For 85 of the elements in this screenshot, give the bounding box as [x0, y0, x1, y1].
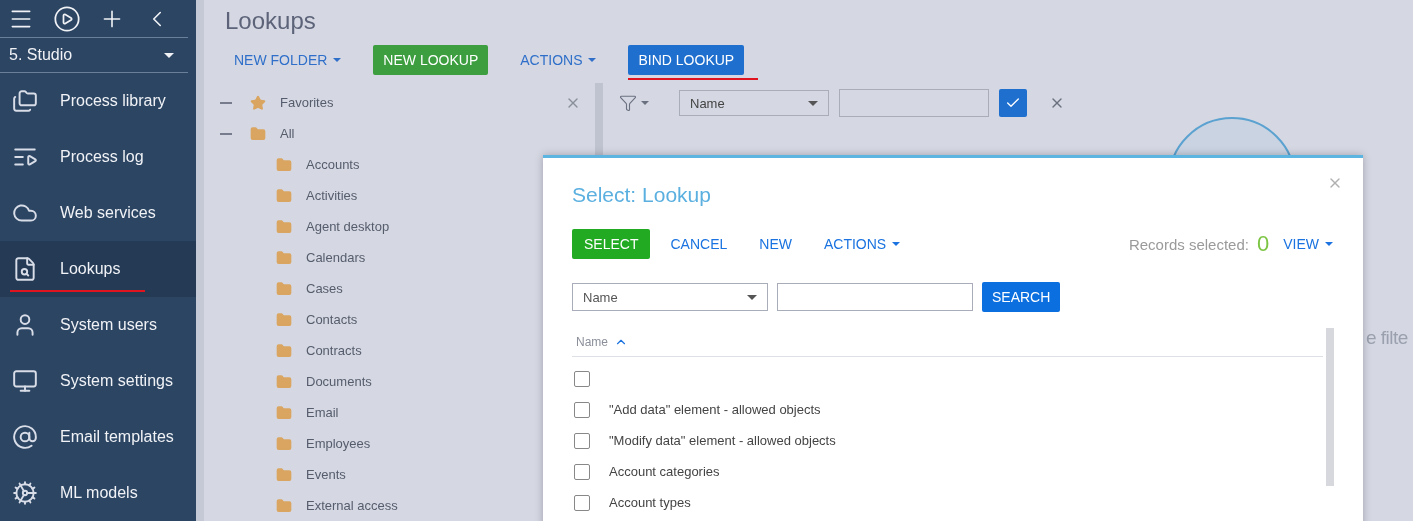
apply-button[interactable]: [999, 89, 1027, 117]
folder-icon: [276, 373, 292, 390]
tree-item[interactable]: Events: [306, 467, 346, 482]
sidebar-item[interactable]: Lookups: [0, 241, 196, 297]
collapse-icon[interactable]: [220, 101, 232, 104]
cog-icon: [12, 480, 38, 506]
folder-icon: [276, 497, 292, 514]
caret-icon: [892, 242, 901, 246]
column-dropdown[interactable]: Name: [679, 90, 829, 116]
toolbar-button[interactable]: NEW: [759, 229, 792, 259]
table-cell: Account categories: [609, 464, 720, 479]
folder-icon: [276, 466, 292, 483]
folder-icon: [276, 311, 292, 328]
folder-icon: [276, 187, 292, 204]
folder-icon: [276, 218, 292, 235]
folders-icon: [12, 88, 38, 114]
star-icon: [250, 94, 266, 111]
toolbar-button[interactable]: ACTIONS: [823, 229, 901, 259]
collapse-icon[interactable]: [220, 132, 232, 135]
caret-icon: [808, 100, 818, 106]
folder-icon: [276, 249, 292, 266]
tree-item[interactable]: Agent desktop: [306, 219, 390, 234]
sidebar-item[interactable]: System users: [0, 297, 196, 353]
filter-input[interactable]: [839, 89, 989, 117]
play-icon[interactable]: [52, 4, 81, 33]
dialog-title: Select: Lookup: [572, 183, 712, 208]
folder-icon: [276, 280, 292, 297]
toolbar-button[interactable]: SELECT: [572, 229, 651, 259]
monitor-icon: [12, 368, 38, 394]
search-button[interactable]: SEARCH: [982, 282, 1061, 312]
caret-icon: [333, 57, 342, 62]
tree-item[interactable]: Accounts: [306, 157, 360, 172]
tree-item[interactable]: Email: [306, 405, 339, 420]
tree-item[interactable]: Contracts: [306, 343, 362, 358]
folder-icon: [276, 435, 292, 452]
checkbox[interactable]: [574, 401, 590, 418]
table-cell: Account types: [609, 495, 691, 510]
folder-icon: [276, 156, 292, 173]
toolbar-button[interactable]: BIND LOOKUP: [628, 44, 745, 75]
at-sign-icon: [12, 424, 38, 450]
hint-text: e filte: [1366, 327, 1408, 349]
checkbox[interactable]: [574, 432, 590, 449]
sidebar-item[interactable]: Process library: [0, 73, 196, 129]
column-header[interactable]: Name: [576, 335, 608, 349]
tree-item[interactable]: Employees: [306, 436, 371, 451]
column-dropdown[interactable]: Name: [572, 283, 768, 311]
page-title: Lookups: [224, 6, 317, 36]
caret-icon: [1325, 242, 1333, 246]
tree-item[interactable]: External access: [306, 498, 398, 513]
tree-item[interactable]: Calendars: [306, 250, 366, 265]
filter-icon: [619, 94, 637, 112]
folder-icon: [276, 404, 292, 421]
scrollbar[interactable]: [1326, 328, 1334, 486]
caret-icon: [641, 101, 649, 105]
caret-icon: [588, 57, 597, 62]
tree-item[interactable]: Activities: [306, 188, 358, 203]
sidebar-item[interactable]: Email templates: [0, 409, 196, 465]
sidebar-item[interactable]: System settings: [0, 353, 196, 409]
folder-icon: [250, 125, 266, 142]
toolbar-button[interactable]: NEW LOOKUP: [373, 44, 489, 75]
tree-item[interactable]: All: [280, 126, 295, 141]
sidebar-item[interactable]: Web services: [0, 185, 196, 241]
checkbox[interactable]: [574, 370, 590, 387]
checkbox[interactable]: [574, 463, 590, 480]
sidebar-item[interactable]: Process log: [0, 129, 196, 185]
records-count: 0: [1256, 231, 1270, 257]
tree-item[interactable]: Cases: [306, 281, 343, 296]
toolbar-button[interactable]: CANCEL: [670, 229, 728, 259]
table-cell: "Modify data" element - allowed objects: [609, 433, 836, 448]
tree-item[interactable]: Favorites: [280, 95, 334, 110]
checkbox[interactable]: [574, 494, 590, 511]
records-label: Records selected:: [1128, 235, 1249, 253]
caret-icon: [164, 52, 174, 58]
tree-item[interactable]: Contacts: [306, 312, 358, 327]
caret-icon: [747, 294, 757, 300]
tree-item[interactable]: Documents: [306, 374, 372, 389]
search-input[interactable]: [777, 283, 973, 311]
workspace-dropdown[interactable]: 5. Studio: [0, 38, 188, 73]
toolbar-button[interactable]: NEW FOLDER: [224, 44, 352, 75]
sidebar-item[interactable]: ML models: [0, 465, 196, 521]
folder-icon: [276, 342, 292, 359]
view-button[interactable]: VIEW: [1283, 229, 1333, 259]
toolbar-button[interactable]: ACTIONS: [510, 44, 607, 75]
table-cell: "Add data" element - allowed objects: [609, 402, 821, 417]
file-search-icon: [12, 256, 38, 282]
